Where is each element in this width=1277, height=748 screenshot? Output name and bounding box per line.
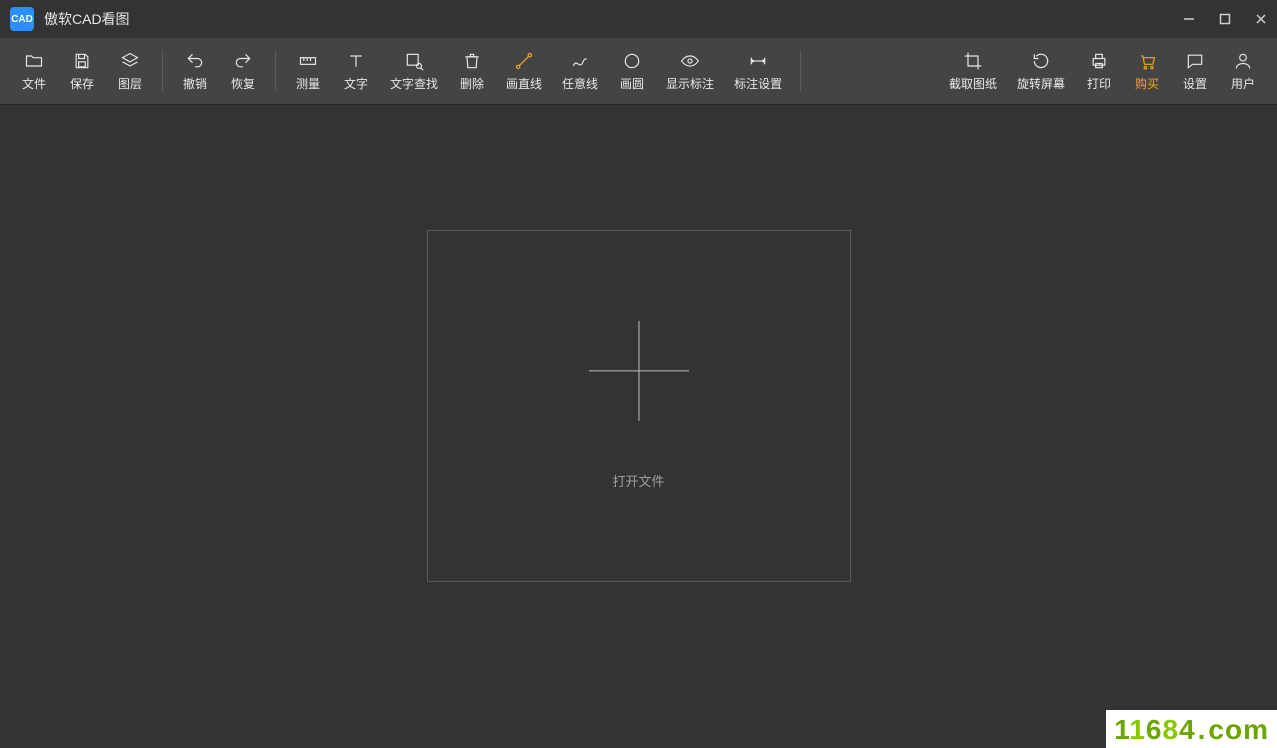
title-bar: CAD 傲软CAD看图 xyxy=(0,0,1277,38)
save-label: 保存 xyxy=(70,75,94,92)
crop-icon xyxy=(963,51,983,71)
redo-button[interactable]: 恢复 xyxy=(219,38,267,104)
polyline-icon xyxy=(570,51,590,71)
window-controls xyxy=(1179,9,1271,29)
trash-icon xyxy=(462,51,482,71)
user-icon xyxy=(1233,51,1253,71)
dimension-icon xyxy=(748,51,768,71)
app-icon: CAD xyxy=(10,7,34,31)
user-button[interactable]: 用户 xyxy=(1219,38,1267,104)
measure-button[interactable]: 测量 xyxy=(284,38,332,104)
settings-label: 设置 xyxy=(1183,75,1207,92)
file-label: 文件 xyxy=(22,75,46,92)
open-file-dropzone[interactable]: 打开文件 xyxy=(427,229,851,581)
print-button[interactable]: 打印 xyxy=(1075,38,1123,104)
annotation-settings-button[interactable]: 标注设置 xyxy=(724,38,792,104)
text-find-label: 文字查找 xyxy=(390,75,438,92)
watermark: 11684.com xyxy=(1106,710,1277,748)
undo-label: 撤销 xyxy=(183,75,207,92)
buy-button[interactable]: 购买 xyxy=(1123,38,1171,104)
rotate-screen-label: 旋转屏幕 xyxy=(1017,75,1065,92)
screenshot-button[interactable]: 截取图纸 xyxy=(939,38,1007,104)
text-find-button[interactable]: 文字查找 xyxy=(380,38,448,104)
ruler-icon xyxy=(298,51,318,71)
canvas-area: 打开文件 11684.com xyxy=(0,104,1277,748)
circle-icon xyxy=(622,51,642,71)
draw-polyline-button[interactable]: 任意线 xyxy=(552,38,608,104)
toolbar-separator xyxy=(275,50,276,92)
close-button[interactable] xyxy=(1251,9,1271,29)
save-button[interactable]: 保存 xyxy=(58,38,106,104)
rotate-icon xyxy=(1031,51,1051,71)
layers-button[interactable]: 图层 xyxy=(106,38,154,104)
eye-icon xyxy=(680,51,700,71)
print-label: 打印 xyxy=(1087,75,1111,92)
screenshot-label: 截取图纸 xyxy=(949,75,997,92)
show-annotation-button[interactable]: 显示标注 xyxy=(656,38,724,104)
delete-button[interactable]: 删除 xyxy=(448,38,496,104)
cart-icon xyxy=(1137,51,1157,71)
text-button[interactable]: 文字 xyxy=(332,38,380,104)
chat-icon xyxy=(1185,51,1205,71)
open-file-label: 打开文件 xyxy=(612,471,664,490)
text-label: 文字 xyxy=(344,75,368,92)
layers-label: 图层 xyxy=(118,75,142,92)
save-icon xyxy=(72,51,92,71)
text-icon xyxy=(346,51,366,71)
line-icon xyxy=(514,51,534,71)
plus-icon xyxy=(589,321,689,421)
show-annotation-label: 显示标注 xyxy=(666,75,714,92)
undo-icon xyxy=(185,51,205,71)
printer-icon xyxy=(1089,51,1109,71)
rotate-screen-button[interactable]: 旋转屏幕 xyxy=(1007,38,1075,104)
toolbar-separator xyxy=(800,50,801,92)
draw-circle-label: 画圆 xyxy=(620,75,644,92)
draw-polyline-label: 任意线 xyxy=(562,75,598,92)
redo-label: 恢复 xyxy=(231,75,255,92)
annotation-settings-label: 标注设置 xyxy=(734,75,782,92)
maximize-button[interactable] xyxy=(1215,9,1235,29)
toolbar: 文件 保存 图层 撤销 恢复 xyxy=(0,38,1277,104)
undo-button[interactable]: 撤销 xyxy=(171,38,219,104)
file-button[interactable]: 文件 xyxy=(10,38,58,104)
measure-label: 测量 xyxy=(296,75,320,92)
buy-label: 购买 xyxy=(1135,75,1159,92)
folder-icon xyxy=(24,51,44,71)
user-label: 用户 xyxy=(1231,75,1255,92)
minimize-button[interactable] xyxy=(1179,9,1199,29)
text-search-icon xyxy=(404,51,424,71)
redo-icon xyxy=(233,51,253,71)
layers-icon xyxy=(120,51,140,71)
draw-line-button[interactable]: 画直线 xyxy=(496,38,552,104)
draw-line-label: 画直线 xyxy=(506,75,542,92)
draw-circle-button[interactable]: 画圆 xyxy=(608,38,656,104)
delete-label: 删除 xyxy=(460,75,484,92)
settings-button[interactable]: 设置 xyxy=(1171,38,1219,104)
app-title: 傲软CAD看图 xyxy=(44,9,130,29)
toolbar-separator xyxy=(162,50,163,92)
